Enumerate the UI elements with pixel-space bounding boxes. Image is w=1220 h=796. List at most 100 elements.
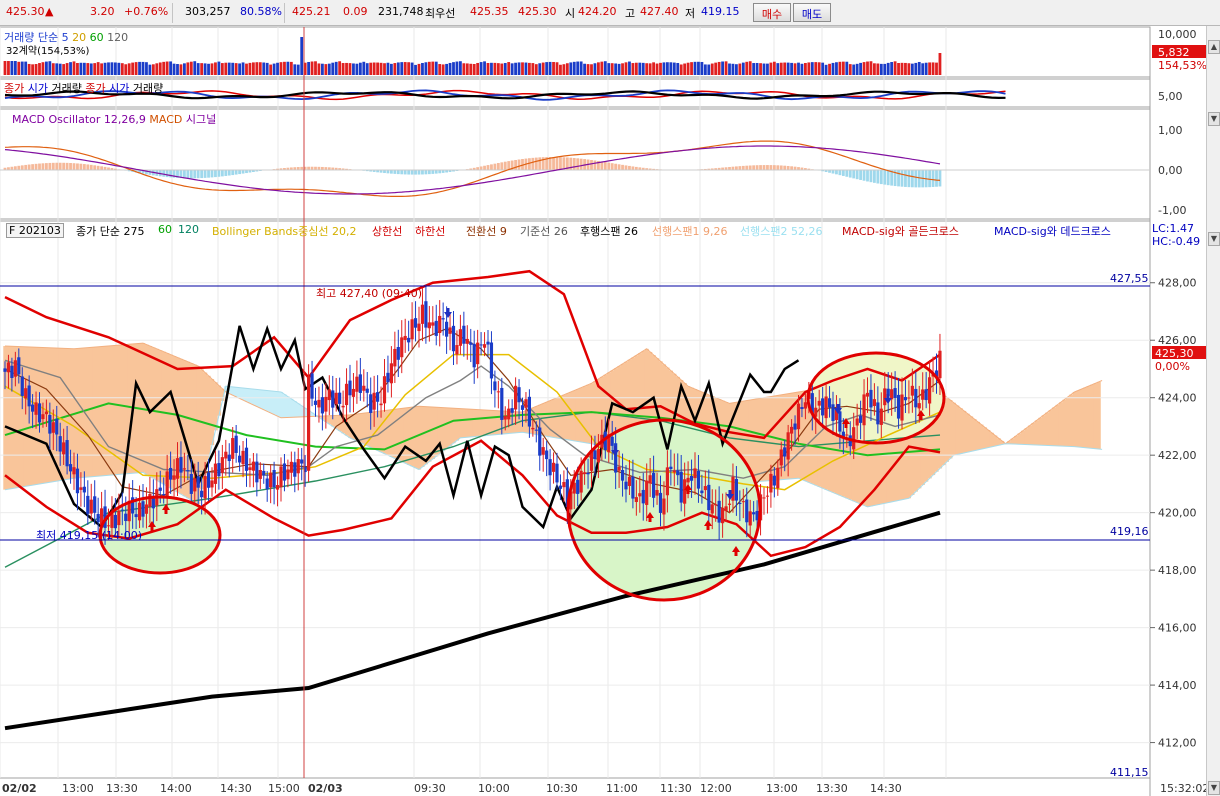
scroll-down-icon[interactable]: ▼	[1208, 112, 1220, 126]
volume-bar	[628, 61, 631, 75]
candle-body	[137, 502, 142, 521]
volume-bar	[279, 62, 283, 75]
candle-body	[186, 470, 190, 472]
candle-body	[65, 440, 69, 467]
candle-body	[172, 475, 176, 480]
volume-bar	[548, 61, 552, 75]
current-volume: 5,832	[1158, 46, 1190, 59]
cloud-slice	[151, 347, 156, 479]
candle-body	[379, 403, 383, 406]
candle-body	[624, 481, 628, 490]
cloud-slice	[293, 401, 297, 418]
vertical-scrollbar[interactable]: ▲ ▼ ▼ ▼	[1206, 26, 1220, 796]
volume-bar	[165, 61, 169, 75]
candle-body	[617, 466, 621, 471]
candle-body	[344, 383, 349, 406]
candle-body	[6, 362, 11, 373]
cloud-slice	[92, 347, 97, 477]
cloud-slice	[237, 387, 242, 399]
macd-oscillator-bar	[400, 170, 404, 175]
cloud-slice	[945, 397, 949, 462]
candle-body	[310, 373, 314, 399]
volume-bar	[179, 64, 183, 75]
legend-close-ma275: 종가 단순 275	[76, 225, 145, 238]
volume-bar	[31, 64, 34, 75]
macd-oscillator-bar	[528, 158, 531, 170]
cloud-slice	[268, 390, 273, 413]
candle-body	[865, 392, 870, 397]
x-axis-label: 14:00	[160, 782, 192, 795]
macd-oscillator-bar	[631, 166, 635, 170]
macd-oscillator-bar	[914, 170, 918, 188]
macd-oscillator-bar	[741, 165, 745, 170]
buy-button[interactable]: 매수	[753, 3, 791, 22]
symbol-code[interactable]: F 202103	[6, 223, 64, 238]
candle-body	[31, 404, 35, 412]
candle-body	[883, 388, 887, 406]
volume-bar	[772, 61, 776, 75]
cloud-slice	[106, 345, 111, 476]
volume-bar	[914, 62, 918, 75]
volume-bar	[738, 63, 742, 75]
volume-bar	[610, 63, 614, 75]
candle-body	[634, 497, 638, 503]
volume-bar	[721, 61, 724, 75]
volume-bar	[586, 64, 590, 75]
macd-oscillator-bar	[214, 170, 217, 178]
y-axis-tick-label: 414,00	[1158, 679, 1197, 692]
scroll-down-icon[interactable]: ▼	[1208, 781, 1220, 795]
sell-button[interactable]: 매도	[793, 3, 831, 22]
volume-bar	[679, 64, 683, 75]
macd-oscillator-bar	[790, 166, 793, 170]
candle-body	[417, 323, 421, 332]
cloud-slice	[1083, 387, 1087, 448]
macd-oscillator-bar	[735, 166, 738, 170]
cloud-slice	[469, 409, 473, 437]
macd-oscillator-bar	[27, 164, 31, 170]
volume-bar	[327, 63, 331, 75]
macd-oscillator-bar	[907, 170, 911, 188]
scroll-down-icon[interactable]: ▼	[1208, 232, 1220, 246]
macd-oscillator-bar	[486, 165, 490, 170]
macd-oscillator-bar	[241, 170, 245, 174]
scroll-up-icon[interactable]: ▲	[1208, 40, 1220, 54]
candle-body	[520, 405, 525, 410]
volume-bar	[465, 63, 469, 75]
volume-bar	[120, 63, 124, 75]
candle-body	[448, 327, 452, 334]
legend-upper-band: 상한선	[372, 225, 403, 238]
low-price: 419.15	[701, 5, 740, 18]
volume-bar	[776, 63, 780, 75]
candle-body	[734, 478, 738, 501]
cloud-slice	[441, 407, 446, 452]
candle-body	[479, 344, 483, 346]
volume-bar	[797, 62, 800, 75]
volume-bar	[141, 61, 145, 75]
volume-bar	[403, 62, 407, 75]
macd-oscillator-bar	[755, 165, 759, 170]
macd-oscillator-bar	[417, 170, 421, 175]
cloud-slice	[289, 398, 294, 418]
cloud-slice	[258, 389, 263, 409]
volume-bar	[762, 63, 766, 75]
cloud-slice	[244, 388, 249, 402]
volume-bar	[3, 61, 7, 75]
volume-bar	[638, 62, 642, 75]
volume-bar	[293, 64, 297, 75]
cloud-slice	[458, 408, 463, 438]
cloud-slice	[965, 413, 970, 453]
volume-bar	[824, 64, 828, 75]
candle-body	[741, 501, 745, 503]
candle-body	[855, 418, 859, 426]
macd-oscillator-bar	[13, 166, 17, 170]
candle-body	[900, 394, 904, 421]
volume-bar	[227, 62, 231, 75]
macd-oscillator-bar	[514, 159, 517, 170]
candle-body	[593, 450, 597, 459]
volume-bar	[683, 63, 687, 75]
x-axis-label: 15:00	[268, 782, 300, 795]
x-axis-label: 02/02	[2, 782, 37, 795]
candle-body	[431, 322, 435, 326]
volume-bar	[521, 62, 524, 75]
macd-oscillator-bar	[876, 170, 880, 184]
